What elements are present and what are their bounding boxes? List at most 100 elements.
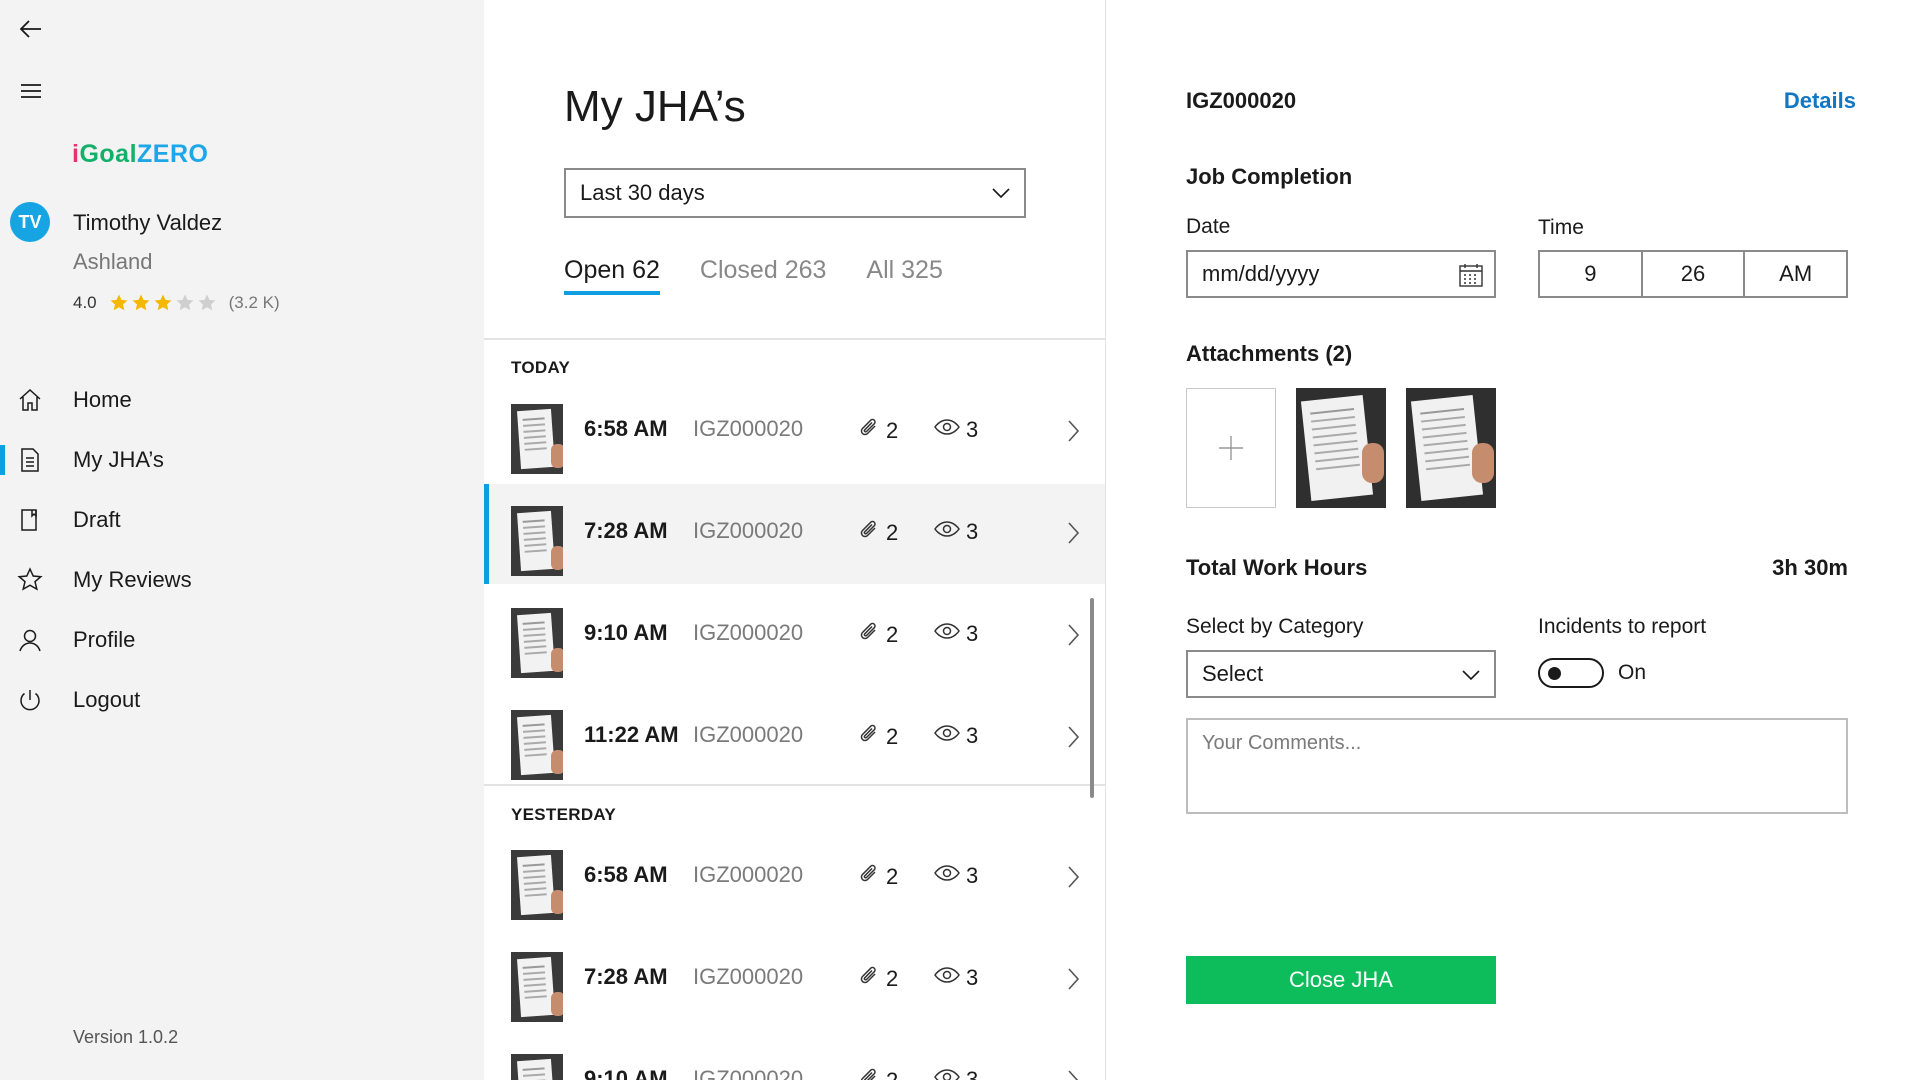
star-filled-icon bbox=[132, 294, 150, 311]
sidebar-item-draft[interactable]: Draft bbox=[0, 490, 484, 550]
jha-list-item[interactable]: 6:58 AM IGZ000020 2 3 bbox=[484, 382, 1105, 482]
sidebar-item-label: Home bbox=[73, 387, 132, 412]
attachment-count-value: 2 bbox=[886, 724, 899, 749]
group-header-today: TODAY bbox=[511, 358, 571, 377]
view-count-value: 3 bbox=[966, 519, 979, 544]
draft-icon bbox=[16, 506, 44, 534]
jha-list-panel: My JHA’s Last 30 days Open 62 Closed 263 A… bbox=[484, 0, 1106, 1080]
incidents-label: Incidents to report bbox=[1538, 615, 1707, 638]
job-id: IGZ000020 bbox=[1186, 88, 1297, 113]
jha-id: IGZ000020 bbox=[693, 964, 804, 989]
category-select[interactable]: Select bbox=[1186, 650, 1496, 698]
user-name: Timothy Valdez bbox=[73, 210, 223, 235]
date-placeholder: mm/dd/yyyy bbox=[1202, 261, 1320, 286]
jha-thumbnail bbox=[511, 608, 563, 678]
jha-list-item[interactable]: 7:28 AM IGZ000020 2 3 bbox=[484, 484, 1105, 584]
eye-icon bbox=[934, 862, 960, 890]
attachment-thumbnail[interactable] bbox=[1406, 388, 1496, 508]
attachments-title: Attachments (2) bbox=[1186, 341, 1353, 366]
attachment-count: 2 bbox=[858, 620, 898, 650]
jha-time: 7:28 AM bbox=[584, 964, 668, 989]
eye-icon bbox=[934, 964, 960, 992]
paperclip-icon bbox=[858, 518, 880, 548]
sidebar-item-profile[interactable]: Profile bbox=[0, 610, 484, 670]
sidebar-item-label: Logout bbox=[73, 687, 141, 712]
logo-part-3: ZERO bbox=[137, 140, 209, 168]
arrow-left-icon[interactable] bbox=[14, 12, 48, 46]
divider bbox=[484, 338, 1105, 340]
tab-all[interactable]: All 325 bbox=[866, 256, 942, 295]
eye-icon bbox=[934, 722, 960, 750]
jha-time: 6:58 AM bbox=[584, 416, 668, 441]
time-label: Time bbox=[1538, 216, 1584, 239]
paperclip-icon bbox=[858, 1066, 880, 1080]
paperclip-icon bbox=[858, 722, 880, 752]
page-title: My JHA’s bbox=[564, 82, 746, 131]
sidebar-item-logout[interactable]: Logout bbox=[0, 670, 484, 730]
time-hour[interactable]: 9 bbox=[1540, 252, 1643, 296]
view-count-value: 3 bbox=[966, 621, 979, 646]
tab-open[interactable]: Open 62 bbox=[564, 256, 660, 295]
date-range-select[interactable]: Last 30 days bbox=[564, 168, 1026, 218]
eye-icon bbox=[934, 620, 960, 648]
view-count: 3 bbox=[934, 416, 978, 444]
attachment-thumbnail[interactable] bbox=[1296, 388, 1386, 508]
sidebar: iGoalZERO TV Timothy Valdez Ashland 4.0 … bbox=[0, 0, 484, 1080]
status-tabs: Open 62 Closed 263 All 325 bbox=[564, 256, 943, 295]
jha-list-item[interactable]: 7:28 AM IGZ000020 2 3 bbox=[484, 930, 1105, 1030]
eye-icon bbox=[934, 416, 960, 444]
chevron-right-icon bbox=[1068, 420, 1080, 442]
jha-id: IGZ000020 bbox=[693, 416, 804, 441]
chevron-right-icon bbox=[1068, 726, 1080, 748]
calendar-icon[interactable] bbox=[1458, 262, 1484, 288]
view-count: 3 bbox=[934, 518, 978, 546]
time-period[interactable]: AM bbox=[1745, 252, 1846, 296]
sidebar-item-label: My Reviews bbox=[73, 567, 192, 592]
sidebar-item-my-reviews[interactable]: My Reviews bbox=[0, 550, 484, 610]
star-empty-icon bbox=[198, 294, 216, 311]
comments-input[interactable] bbox=[1186, 718, 1848, 814]
toggle-knob bbox=[1548, 667, 1561, 680]
details-link[interactable]: Details bbox=[1784, 88, 1856, 114]
incidents-toggle[interactable] bbox=[1538, 658, 1604, 688]
star-filled-icon bbox=[110, 294, 128, 311]
plus-icon bbox=[1219, 436, 1243, 460]
view-count: 3 bbox=[934, 722, 978, 750]
incidents-toggle-label: On bbox=[1618, 661, 1647, 684]
group-header-yesterday: YESTERDAY bbox=[511, 805, 617, 824]
attachment-count: 2 bbox=[858, 1066, 898, 1080]
sidebar-item-home[interactable]: Home bbox=[0, 370, 484, 430]
total-work-hours-value: 3h 30m bbox=[1772, 555, 1848, 580]
date-field[interactable]: mm/dd/yyyy bbox=[1186, 250, 1496, 298]
hamburger-icon[interactable] bbox=[14, 74, 48, 108]
jha-list-item[interactable]: 6:58 AM IGZ000020 2 3 bbox=[484, 828, 1105, 928]
category-label: Select by Category bbox=[1186, 615, 1364, 638]
jha-list-item[interactable]: 9:10 AM IGZ000020 2 3 bbox=[484, 1032, 1105, 1080]
chevron-right-icon bbox=[1068, 522, 1080, 544]
home-icon bbox=[16, 386, 44, 414]
chevron-down-icon bbox=[1462, 670, 1480, 681]
close-jha-button[interactable]: Close JHA bbox=[1186, 956, 1496, 1004]
jha-list-item[interactable]: 11:22 AM IGZ000020 2 3 bbox=[484, 688, 1105, 788]
sidebar-item-label: Profile bbox=[73, 627, 136, 652]
date-label: Date bbox=[1186, 215, 1231, 238]
attachment-count: 2 bbox=[858, 518, 898, 548]
sidebar-item-my-jha-s[interactable]: My JHA’s bbox=[0, 430, 484, 490]
jha-list-item[interactable]: 9:10 AM IGZ000020 2 3 bbox=[484, 586, 1105, 686]
attachment-count-value: 2 bbox=[886, 864, 899, 889]
star-empty-icon bbox=[176, 294, 194, 311]
list-scrollbar[interactable] bbox=[1090, 598, 1094, 798]
add-attachment-button[interactable] bbox=[1186, 388, 1276, 508]
tab-closed[interactable]: Closed 263 bbox=[700, 256, 826, 295]
user-rating: 4.0 (3.2 K) bbox=[73, 293, 280, 313]
jha-thumbnail bbox=[511, 1054, 563, 1080]
time-minute[interactable]: 26 bbox=[1643, 252, 1746, 296]
app-logo: iGoalZERO bbox=[72, 140, 208, 169]
view-count: 3 bbox=[934, 862, 978, 890]
active-indicator bbox=[0, 445, 5, 475]
sidebar-item-label: Draft bbox=[73, 507, 121, 532]
avatar[interactable]: TV bbox=[10, 202, 50, 242]
jha-time: 6:58 AM bbox=[584, 862, 668, 887]
selected-indicator bbox=[484, 484, 489, 584]
jha-id: IGZ000020 bbox=[693, 722, 804, 747]
